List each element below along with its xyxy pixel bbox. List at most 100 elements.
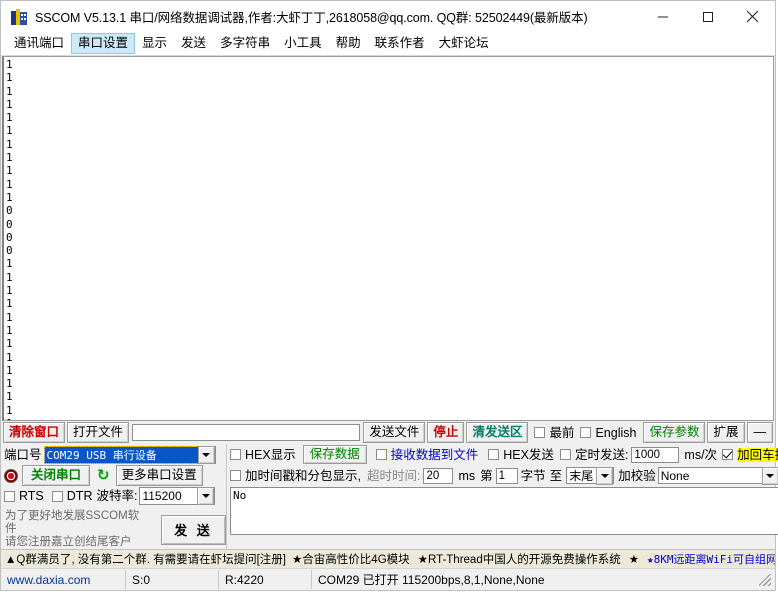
clear-send-area-button[interactable]: 清发送区 bbox=[466, 422, 529, 443]
menu-item-tools[interactable]: 小工具 bbox=[277, 33, 329, 54]
menu-item-serial-settings[interactable]: 串口设置 bbox=[71, 33, 136, 54]
refresh-ports-icon[interactable]: ↻ bbox=[97, 468, 110, 483]
stop-button[interactable]: 停止 bbox=[427, 422, 465, 443]
ad-text-5[interactable]: ★8KM远距离WiFi可自组网 bbox=[647, 551, 775, 567]
chevron-down-icon[interactable] bbox=[761, 466, 778, 485]
timeout-unit-label: ms bbox=[458, 468, 476, 483]
port-combobox[interactable]: COM29 USB 串行设备 bbox=[43, 445, 216, 464]
save-params-button[interactable]: 保存参数 bbox=[643, 422, 706, 443]
timestamp-label: 加时间戳和分包显示, bbox=[245, 468, 361, 483]
menu-item-display[interactable]: 显示 bbox=[135, 33, 174, 54]
status-received-count: R:4220 bbox=[219, 570, 312, 589]
register-note-line1: 为了更好地发展SSCOM软件 bbox=[5, 510, 140, 535]
ad-text-2[interactable]: ★合宙高性价比4G模块 bbox=[292, 551, 410, 567]
baud-rate-combobox[interactable]: 115200 bbox=[139, 487, 216, 505]
file-path-input[interactable] bbox=[132, 424, 361, 441]
dtr-label: DTR bbox=[66, 489, 93, 503]
port-label: 端口号 bbox=[4, 447, 42, 462]
english-checkbox[interactable]: English bbox=[580, 426, 636, 440]
byte-to-label: 至 bbox=[549, 468, 563, 483]
app-icon bbox=[11, 8, 27, 25]
sscom-window: SSCOM V5.13.1 串口/网络数据调试器,作者:大虾丁丁,2618058… bbox=[0, 0, 778, 591]
minimize-button[interactable] bbox=[640, 1, 685, 32]
menu-item-send[interactable]: 发送 bbox=[174, 33, 213, 54]
timed-send-interval-input[interactable]: 1000 bbox=[631, 446, 680, 463]
menu-item-contact-author[interactable]: 联系作者 bbox=[368, 33, 432, 54]
close-port-button[interactable]: 关闭串口 bbox=[22, 465, 91, 486]
ad-text-4[interactable]: ★ bbox=[629, 552, 639, 566]
chevron-down-icon[interactable] bbox=[197, 445, 215, 464]
maximize-button[interactable] bbox=[685, 1, 730, 32]
send-text-value: No bbox=[233, 489, 247, 502]
menu-item-help[interactable]: 帮助 bbox=[329, 33, 368, 54]
rts-label: RTS bbox=[19, 489, 44, 503]
timestamp-options-row: 加时间戳和分包显示, 超时时间: 20 ms 第 1 字节 至 末尾 加校验 N… bbox=[227, 465, 778, 486]
send-file-button[interactable]: 发送文件 bbox=[363, 422, 426, 443]
byte-from-input[interactable]: 1 bbox=[495, 467, 518, 484]
menu-item-forum[interactable]: 大虾论坛 bbox=[432, 33, 496, 54]
register-note-row: 为了更好地发展SSCOM软件 请您注册嘉立创结尾客户 发 送 bbox=[1, 506, 226, 549]
baud-rate-value: 115200 bbox=[142, 489, 182, 503]
send-button[interactable]: 发 送 bbox=[160, 514, 226, 545]
file-path-value bbox=[133, 427, 135, 439]
topmost-checkbox[interactable]: 最前 bbox=[534, 426, 574, 440]
hex-display-checkbox[interactable] bbox=[230, 449, 241, 460]
send-textarea[interactable]: No bbox=[230, 487, 778, 535]
interval-unit-label: ms/次 bbox=[684, 447, 718, 462]
port-select-row: 端口号 COM29 USB 串行设备 bbox=[1, 444, 226, 465]
hex-display-label: HEX显示 bbox=[245, 447, 296, 462]
register-note: 为了更好地发展SSCOM软件 请您注册嘉立创结尾客户 bbox=[5, 510, 149, 549]
timeout-label: 超时时间: bbox=[366, 468, 421, 483]
english-checkbox-box[interactable] bbox=[580, 427, 592, 438]
byte-from-label: 第 bbox=[480, 468, 493, 483]
receive-area[interactable]: 1 1 1 1 1 1 1 1 1 1 1 0 0 0 0 1 1 1 1 1 … bbox=[2, 56, 774, 421]
port-control-row: 关闭串口 ↻ 更多串口设置 bbox=[1, 465, 226, 486]
byte-to-value: 末尾 bbox=[569, 469, 594, 483]
menu-item-comm-port[interactable]: 通讯端口 bbox=[7, 33, 71, 54]
resize-grip-icon[interactable] bbox=[757, 572, 773, 588]
rts-checkbox[interactable] bbox=[4, 490, 15, 502]
timed-send-label: 定时发送: bbox=[574, 447, 629, 462]
close-button[interactable] bbox=[730, 1, 775, 32]
hex-send-checkbox[interactable] bbox=[488, 449, 500, 460]
statusbar: www.daxia.com S:0 R:4220 COM29 已打开 11520… bbox=[1, 568, 775, 590]
port-value: COM29 USB 串行设备 bbox=[43, 445, 199, 464]
status-sent-count: S:0 bbox=[126, 570, 219, 589]
collapse-button[interactable]: — bbox=[746, 422, 773, 443]
topmost-label: 最前 bbox=[549, 425, 575, 440]
more-serial-settings-button[interactable]: 更多串口设置 bbox=[115, 465, 203, 486]
port-status-led-icon bbox=[4, 468, 18, 483]
byte-to-combobox[interactable]: 末尾 bbox=[566, 466, 615, 485]
extend-button[interactable]: 扩展 bbox=[707, 422, 745, 443]
register-note-line2: 请您注册嘉立创结尾客户 bbox=[5, 536, 132, 548]
timestamp-checkbox[interactable] bbox=[230, 470, 241, 481]
clear-window-button[interactable]: 清除窗口 bbox=[3, 422, 66, 443]
toolbar: 清除窗口 打开文件 发送文件 停止 清发送区 最前 English 保存参数 扩… bbox=[1, 421, 775, 444]
recv-to-file-checkbox[interactable] bbox=[375, 449, 387, 460]
save-data-button[interactable]: 保存数据 bbox=[302, 445, 367, 464]
status-connection-info: COM29 已打开 115200bps,8,1,None,None bbox=[318, 573, 545, 587]
ad-text-1[interactable]: ▲Q群满员了, 没有第二个群. 有需要请在虾坛提问[注册] bbox=[5, 551, 286, 567]
timeout-input[interactable]: 20 bbox=[423, 467, 454, 484]
flow-control-row: RTS DTR 波特率: 115200 bbox=[1, 486, 226, 506]
open-file-button[interactable]: 打开文件 bbox=[67, 422, 130, 443]
topmost-checkbox-box[interactable] bbox=[534, 427, 546, 438]
window-title: SSCOM V5.13.1 串口/网络数据调试器,作者:大虾丁丁,2618058… bbox=[35, 11, 588, 25]
timed-send-interval-value: 1000 bbox=[634, 448, 661, 461]
data-options-panel: HEX显示 保存数据 接收数据到文件 HEX发送 定时发送: 1000 ms/次… bbox=[226, 444, 778, 549]
timed-send-checkbox[interactable] bbox=[559, 449, 571, 460]
menubar: 通讯端口 串口设置 显示 发送 多字符串 小工具 帮助 联系作者 大虾论坛 bbox=[1, 32, 775, 56]
dtr-checkbox[interactable] bbox=[51, 490, 63, 502]
crlf-checkbox[interactable] bbox=[722, 449, 734, 460]
status-website[interactable]: www.daxia.com bbox=[1, 570, 126, 589]
port-settings-panel: 端口号 COM29 USB 串行设备 关闭串口 ↻ 更多串口设置 RTS DTR… bbox=[1, 444, 226, 549]
byte-from-value: 1 bbox=[498, 469, 506, 482]
english-label: English bbox=[595, 425, 637, 440]
checksum-combobox[interactable]: None bbox=[657, 466, 778, 485]
chevron-down-icon[interactable] bbox=[596, 466, 614, 485]
ad-text-3[interactable]: ★RT-Thread中国人的开源免费操作系统 bbox=[418, 551, 621, 567]
checksum-label: 加校验 bbox=[618, 468, 656, 483]
chevron-down-icon[interactable] bbox=[197, 487, 215, 505]
advertisement-bar: ▲Q群满员了, 没有第二个群. 有需要请在虾坛提问[注册] ★合宙高性价比4G模… bbox=[1, 549, 775, 568]
menu-item-multi-string[interactable]: 多字符串 bbox=[213, 33, 277, 54]
